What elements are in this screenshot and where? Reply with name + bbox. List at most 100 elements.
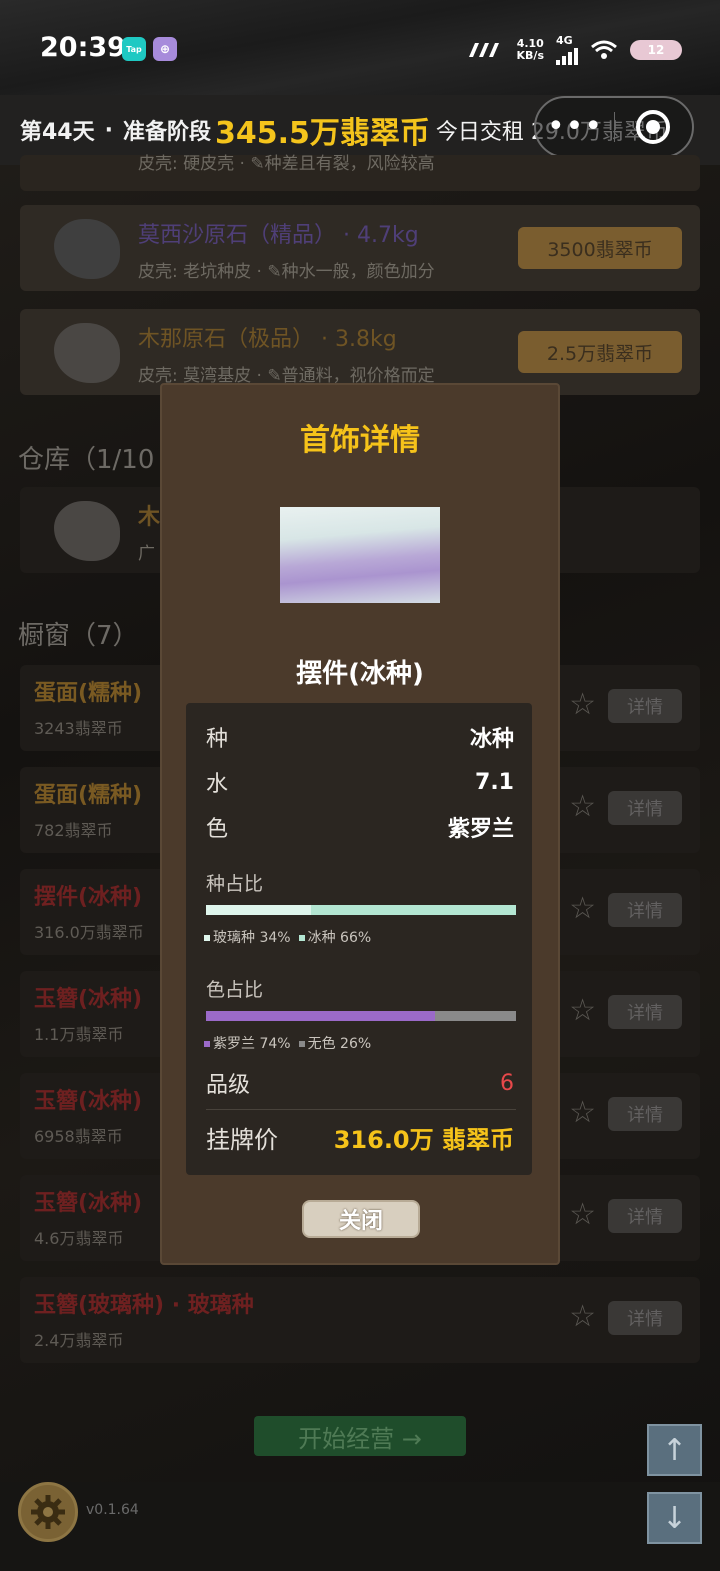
legend-item: 无色 26% [298, 1033, 371, 1053]
list-price-label: 挂牌价 [206, 1125, 278, 1154]
type-ratio-segment [311, 905, 516, 915]
warehouse-item-name: 木 [138, 505, 161, 530]
scroll-up-button[interactable]: ↑ [647, 1424, 702, 1476]
stone-image [54, 501, 120, 561]
detail-button[interactable]: 详情 [608, 893, 682, 927]
stone-image [54, 219, 120, 279]
jewelry-name: 摆件(冰种) [296, 659, 424, 689]
window-item-price: 316.0万翡翠币 [34, 923, 144, 942]
close-button[interactable]: 关闭 [302, 1200, 420, 1238]
bottom-bar [0, 1482, 720, 1571]
detail-button[interactable]: 详情 [608, 1301, 682, 1335]
buy-stone-button[interactable]: 3500翡翠币 [518, 227, 682, 269]
color-ratio-bar [206, 1011, 516, 1021]
list-price-value: 316.0万 翡翠币 [333, 1125, 514, 1154]
grade-row: 品级 6 [206, 1065, 514, 1101]
cell-signal-icon [556, 47, 578, 65]
legend-item: 玻璃种 34% [204, 927, 291, 947]
stone-name: 木那原石（极品） · 3.8kg [138, 327, 397, 352]
favorite-star-icon[interactable]: ☆ [569, 1299, 596, 1334]
window-item-price: 4.6万翡翠币 [34, 1229, 124, 1248]
more-menu-button[interactable]: ••• [536, 112, 614, 142]
attr-label: 水 [206, 772, 229, 797]
hd-signal-icon [468, 42, 499, 57]
divider [206, 1109, 516, 1110]
attr-label: 种 [206, 727, 229, 752]
stone-card: 莫西沙原石（精品） · 4.7kg 皮壳: 老坑种皮 · ✎种水一般，颜色加分 … [20, 205, 700, 291]
favorite-star-icon[interactable]: ☆ [569, 687, 596, 722]
jade-image [280, 507, 440, 603]
network-speed: 4.10 KB/s [516, 36, 544, 62]
header-separator: · [104, 117, 113, 143]
stone-name: 莫西沙原石（精品） · 4.7kg [138, 223, 419, 248]
buy-stone-button[interactable]: 2.5万翡翠币 [518, 331, 682, 373]
detail-button[interactable]: 详情 [608, 1199, 682, 1233]
window-item-name: 玉簪(冰种) [34, 987, 143, 1012]
legend-item: 冰种 66% [298, 927, 371, 947]
attr-row-water: 水 7.1 [206, 764, 514, 800]
grade-label: 品级 [206, 1073, 251, 1098]
status-indicators: 4.10 KB/s 4G 12 [465, 34, 682, 65]
attr-row-type: 种 冰种 [206, 719, 514, 755]
window-item-name: 玉簪(冰种) [34, 1191, 143, 1216]
detail-button[interactable]: 详情 [608, 1097, 682, 1131]
close-miniprogram-button[interactable] [615, 110, 692, 144]
grade-value: 6 [500, 1070, 514, 1096]
window-item-name: 玉簪(冰种) [34, 1089, 143, 1114]
stone-desc: 皮壳: 硬皮壳 · ✎种差且有裂，风险较高 [138, 154, 435, 174]
favorite-star-icon[interactable]: ☆ [569, 891, 596, 926]
status-bar: 20:39 Tap ⊕ 4.10 KB/s 4G 12 [0, 0, 720, 95]
miniprogram-capsule: ••• [534, 96, 694, 158]
window-item-price: 782翡翠币 [34, 821, 113, 840]
battery-icon: 12 [630, 39, 682, 60]
version-label: v0.1.64 [86, 1502, 139, 1518]
color-ratio-title: 色占比 [206, 979, 264, 1001]
type-ratio-title: 种占比 [206, 873, 264, 895]
favorite-star-icon[interactable]: ☆ [569, 1197, 596, 1232]
money-balance: 345.5万翡翠币 [215, 116, 430, 151]
settings-gear-button[interactable] [18, 1482, 78, 1542]
favorite-star-icon[interactable]: ☆ [569, 1095, 596, 1130]
network-type: 4G [556, 34, 578, 65]
attr-value: 7.1 [475, 769, 514, 795]
window-item-price: 3243翡翠币 [34, 719, 123, 738]
stone-image [54, 323, 120, 383]
scroll-down-button[interactable]: ↓ [647, 1492, 702, 1544]
warehouse-item-desc: 广 [138, 544, 155, 564]
detail-button[interactable]: 详情 [608, 995, 682, 1029]
day-counter: 第44天 [20, 120, 95, 145]
window-item-name: 蛋面(糯种) [34, 681, 143, 706]
window-item-name: 玉簪(玻璃种) · 玻璃种 [34, 1293, 254, 1318]
window-item-price: 6958翡翠币 [34, 1127, 123, 1146]
color-ratio-legend: 紫罗兰 74% 无色 26% [204, 1033, 371, 1053]
status-time: 20:39 [40, 32, 126, 63]
target-icon [636, 110, 671, 144]
modal-title: 首饰详情 [300, 423, 420, 458]
detail-button[interactable]: 详情 [608, 791, 682, 825]
warehouse-title: 仓库（1/10 [18, 445, 155, 475]
type-ratio-segment [206, 905, 312, 915]
start-business-button[interactable]: 开始经营 → [254, 1416, 466, 1456]
wifi-icon [591, 40, 617, 59]
stone-desc: 皮壳: 老坑种皮 · ✎种水一般，颜色加分 [138, 262, 435, 282]
type-ratio-bar [206, 905, 516, 915]
detail-button[interactable]: 详情 [608, 689, 682, 723]
jewelry-detail-modal: 首饰详情 摆件(冰种) 种 冰种 水 7.1 色 紫罗兰 种占比 玻璃种 34%… [160, 383, 560, 1265]
window-item[interactable]: 玉簪(玻璃种) · 玻璃种 2.4万翡翠币 ☆ 详情 [20, 1277, 700, 1363]
gear-icon [31, 1495, 65, 1529]
list-price-row: 挂牌价 316.0万 翡翠币 [206, 1119, 514, 1155]
window-item-price: 2.4万翡翠币 [34, 1331, 124, 1350]
color-ratio-segment [435, 1011, 516, 1021]
attr-row-color: 色 紫罗兰 [206, 809, 514, 845]
window-title: 橱窗（7） [18, 621, 139, 651]
favorite-star-icon[interactable]: ☆ [569, 993, 596, 1028]
taptap-app-icon: Tap [122, 37, 146, 61]
window-item-name: 摆件(冰种) [34, 885, 143, 910]
window-item-price: 1.1万翡翠币 [34, 1025, 124, 1044]
attribute-panel: 种 冰种 水 7.1 色 紫罗兰 种占比 玻璃种 34% 冰种 66% 色占比 … [186, 703, 532, 1175]
legend-item: 紫罗兰 74% [204, 1033, 291, 1053]
stone-card-partial: 皮壳: 硬皮壳 · ✎种差且有裂，风险较高 [20, 154, 700, 191]
favorite-star-icon[interactable]: ☆ [569, 789, 596, 824]
attr-value: 紫罗兰 [447, 817, 514, 842]
color-ratio-segment [206, 1011, 436, 1021]
